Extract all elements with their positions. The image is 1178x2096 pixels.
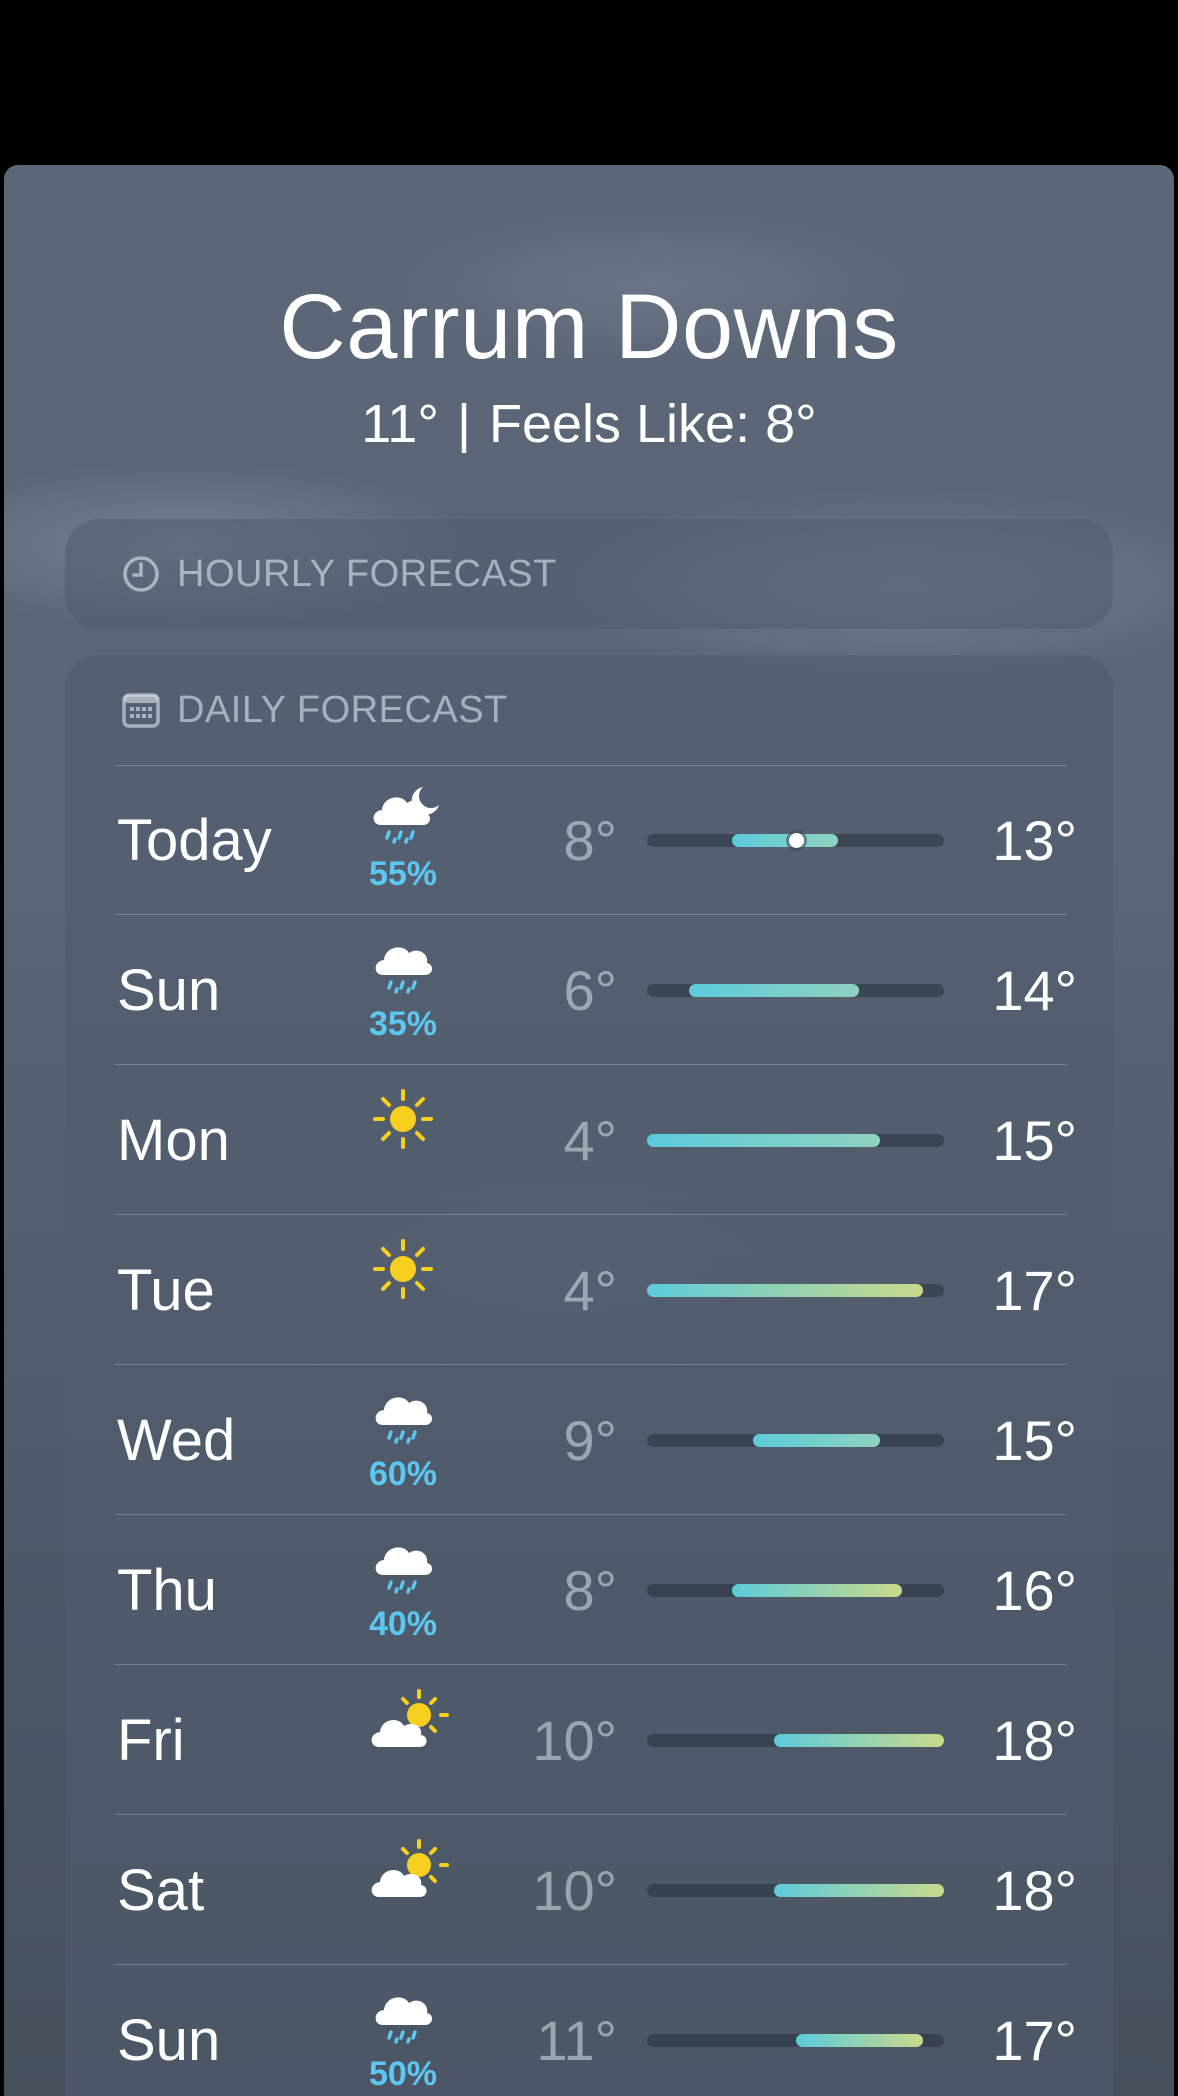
temp-range-bar: [647, 833, 944, 848]
weather-condition: 40%: [353, 1533, 453, 1643]
high-temp: 17°: [992, 2008, 1077, 2072]
current-temp-dot: [788, 833, 804, 848]
high-temp: 14°: [992, 958, 1077, 1022]
day-label: Today: [117, 807, 272, 873]
weather-condition: [353, 1083, 453, 1193]
daily-forecast-row[interactable]: Today 55% 8° 13°: [115, 765, 1077, 915]
temp-range-fill: [731, 1584, 902, 1597]
daily-forecast-row[interactable]: Sat 10° 18°: [115, 1815, 1077, 1965]
daily-forecast-row[interactable]: Sun 35% 6° 14°: [115, 915, 1077, 1065]
daily-forecast-title: DAILY FORECAST: [177, 688, 508, 731]
clock-icon: [121, 554, 161, 594]
day-label: Thu: [117, 1557, 217, 1623]
hourly-forecast-title: HOURLY FORECAST: [177, 552, 557, 595]
temp-range-bar: [647, 1884, 944, 1897]
temp-range-fill: [731, 834, 838, 847]
temp-range-bar: [647, 1284, 944, 1297]
precip-chance: 40%: [368, 1605, 438, 1643]
day-label: Sun: [117, 2007, 221, 2073]
weather-condition: [353, 1233, 453, 1343]
temp-range-fill: [774, 1884, 944, 1897]
daily-forecast-row[interactable]: Fri 10° 18°: [115, 1665, 1077, 1815]
current-temp: 11°: [361, 394, 439, 454]
day-label: Sun: [117, 957, 221, 1023]
weather-condition: [353, 1683, 453, 1793]
low-temp: 9°: [563, 1408, 617, 1472]
low-temp: 6°: [563, 958, 617, 1022]
low-temp: 8°: [563, 1558, 617, 1622]
temp-range-bar: [647, 1584, 944, 1597]
day-label: Fri: [117, 1707, 185, 1773]
day-label: Mon: [117, 1107, 230, 1173]
weather-condition: [353, 1833, 453, 1943]
weather-condition: 50%: [353, 1983, 453, 2093]
low-temp: 4°: [563, 1108, 617, 1172]
low-temp: 11°: [536, 2008, 617, 2072]
temp-range-fill: [795, 2034, 923, 2047]
daily-forecast-row[interactable]: Sun 50% 11° 17°: [115, 1965, 1077, 2096]
daily-forecast-row[interactable]: Wed 60% 9° 15°: [115, 1365, 1077, 1515]
feels-like: Feels Like: 8°: [488, 394, 817, 454]
low-temp: 4°: [563, 1258, 617, 1322]
weather-condition: 55%: [353, 783, 453, 893]
high-temp: 13°: [992, 808, 1077, 872]
temp-range-bar: [647, 984, 944, 997]
daily-forecast-row[interactable]: Mon 4° 15°: [115, 1065, 1077, 1215]
city-name: Carrum Downs: [279, 276, 899, 378]
daily-forecast-card[interactable]: DAILY FORECAST Today 55% 8° 13° Sun 35% …: [65, 655, 1113, 2096]
hourly-forecast-header: HOURLY FORECAST: [121, 519, 557, 629]
daily-forecast-row[interactable]: Thu 40% 8° 16°: [115, 1515, 1077, 1665]
high-temp: 15°: [992, 1408, 1077, 1472]
high-temp: 16°: [992, 1558, 1077, 1622]
calendar-icon: [121, 690, 161, 730]
current-conditions: 11° | Feels Like: 8°: [4, 393, 1174, 455]
temp-range-fill: [647, 1134, 881, 1147]
high-temp: 17°: [992, 1258, 1077, 1322]
temp-range-bar: [647, 1734, 944, 1747]
high-temp: 15°: [992, 1108, 1077, 1172]
low-temp: 10°: [532, 1858, 617, 1922]
weather-screen: Carrum Downs 11° | Feels Like: 8° HOURLY F…: [4, 165, 1174, 2096]
weather-condition: 60%: [353, 1383, 453, 1493]
daily-forecast-header: DAILY FORECAST: [121, 655, 508, 765]
precip-chance: 55%: [368, 855, 438, 893]
temp-range-bar: [647, 2034, 944, 2047]
weather-condition: 35%: [353, 933, 453, 1043]
low-temp: 10°: [532, 1708, 617, 1772]
separator: |: [456, 394, 471, 454]
precip-chance: 50%: [368, 2055, 438, 2093]
temp-range-fill: [689, 984, 860, 997]
low-temp: 8°: [563, 808, 617, 872]
daily-forecast-row[interactable]: Tue 4° 17°: [115, 1215, 1077, 1365]
day-label: Wed: [117, 1407, 236, 1473]
high-temp: 18°: [992, 1708, 1077, 1772]
temp-range-fill: [774, 1734, 944, 1747]
temp-range-fill: [753, 1434, 881, 1447]
precip-chance: 35%: [368, 1005, 438, 1043]
day-label: Tue: [117, 1257, 215, 1323]
temp-range-bar: [647, 1134, 944, 1147]
temp-range-fill: [647, 1284, 923, 1297]
precip-chance: 60%: [368, 1455, 438, 1493]
temp-range-bar: [647, 1434, 944, 1447]
hourly-forecast-card[interactable]: HOURLY FORECAST: [65, 519, 1113, 629]
high-temp: 18°: [992, 1858, 1077, 1922]
day-label: Sat: [117, 1857, 205, 1923]
